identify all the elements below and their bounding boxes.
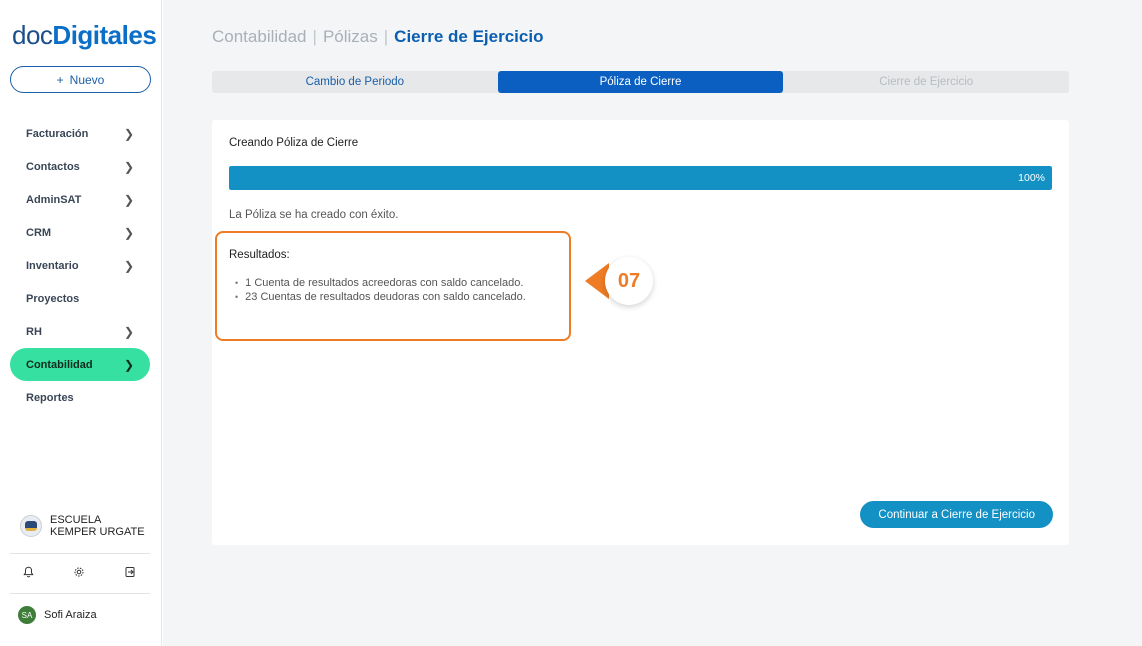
poliza-card: Creando Póliza de Cierre 100% La Póliza …	[212, 120, 1069, 545]
sidebar-item-label: CRM	[26, 226, 52, 239]
sidebar-item-label: Contactos	[26, 160, 80, 173]
sidebar-item-crm[interactable]: CRM ❯	[10, 216, 150, 249]
breadcrumb-separator: |	[312, 27, 317, 46]
gear-icon[interactable]	[71, 566, 87, 581]
results-list: 1 Cuenta de resultados acreedoras con sa…	[235, 276, 526, 304]
plus-icon: +	[56, 72, 64, 87]
avatar: SA	[18, 606, 36, 624]
results-box: Resultados: 1 Cuenta de resultados acree…	[215, 231, 571, 341]
sidebar-nav: Facturación ❯ Contactos ❯ AdminSAT ❯ CRM…	[10, 117, 150, 414]
user-menu[interactable]: SA Sofi Araiza	[18, 606, 97, 624]
step-cambio-de-periodo[interactable]: Cambio de Periodo	[212, 71, 498, 93]
step-cierre-de-ejercicio: Cierre de Ejercicio	[879, 76, 974, 88]
sidebar-item-label: RH	[26, 325, 42, 338]
logo-text-digitales: Digitales	[52, 20, 157, 50]
bell-icon[interactable]	[20, 566, 36, 581]
continue-button[interactable]: Continuar a Cierre de Ejercicio	[860, 501, 1053, 528]
sidebar-item-label: AdminSAT	[26, 193, 82, 206]
organization-logo-icon	[20, 515, 42, 537]
chevron-right-icon: ❯	[123, 258, 134, 273]
app-logo[interactable]: docDigitales	[12, 20, 157, 51]
sidebar-footer-icons	[20, 566, 138, 581]
sidebar-item-label: Inventario	[26, 259, 79, 272]
sidebar-item-label: Proyectos	[26, 292, 80, 305]
sidebar-item-label: Reportes	[26, 391, 74, 404]
organization-selector[interactable]: ESCUELA KEMPER URGATE	[20, 514, 150, 538]
organization-name: ESCUELA KEMPER URGATE	[50, 514, 145, 538]
sidebar-item-contabilidad[interactable]: Contabilidad ❯	[10, 348, 150, 381]
wizard-steps: Cambio de Periodo Póliza de Cierre Cierr…	[212, 71, 1069, 93]
chevron-right-icon: ❯	[123, 357, 134, 372]
logout-icon[interactable]	[122, 566, 138, 581]
sidebar-item-facturacion[interactable]: Facturación ❯	[10, 117, 150, 150]
success-message: La Póliza se ha creado con éxito.	[229, 209, 399, 221]
results-title: Resultados:	[229, 249, 290, 261]
sidebar-item-label: Facturación	[26, 127, 89, 140]
chevron-right-icon: ❯	[123, 192, 134, 207]
sidebar-item-rh[interactable]: RH ❯	[10, 315, 150, 348]
list-item: 1 Cuenta de resultados acreedoras con sa…	[235, 276, 526, 290]
user-name: Sofi Araiza	[44, 609, 97, 621]
divider	[10, 553, 150, 554]
sidebar-item-label: Contabilidad	[26, 358, 93, 371]
chevron-right-icon: ❯	[123, 126, 134, 141]
divider	[10, 593, 150, 594]
sidebar-item-inventario[interactable]: Inventario ❯	[10, 249, 150, 282]
progress-bar-fill	[229, 166, 1052, 190]
breadcrumb: Contabilidad | Pólizas | Cierre de Ejercicio	[212, 27, 543, 47]
sidebar: docDigitales + Nuevo Facturación ❯ Conta…	[0, 0, 162, 646]
breadcrumb-separator: |	[383, 27, 389, 46]
sidebar-item-adminsat[interactable]: AdminSAT ❯	[10, 183, 150, 216]
chevron-right-icon: ❯	[123, 159, 134, 174]
new-button-label: Nuevo	[69, 72, 105, 87]
page-title: Cierre de Ejercicio	[394, 27, 544, 46]
card-title: Creando Póliza de Cierre	[229, 137, 359, 149]
list-item: 23 Cuentas de resultados deudoras con sa…	[235, 290, 526, 304]
progress-bar: 100%	[229, 166, 1052, 190]
chevron-right-icon: ❯	[123, 225, 134, 240]
progress-percent: 100%	[1018, 172, 1045, 184]
breadcrumb-item-polizas[interactable]: Pólizas	[323, 27, 378, 46]
sidebar-item-proyectos[interactable]: Proyectos	[10, 282, 150, 315]
main-content: Contabilidad | Pólizas | Cierre de Ejercicio…	[163, 0, 1142, 646]
step-annotation-marker: 07	[585, 257, 657, 305]
new-button[interactable]: + Nuevo	[10, 66, 151, 93]
step-poliza-de-cierre[interactable]: Póliza de Cierre	[497, 71, 784, 93]
chevron-right-icon: ❯	[123, 324, 134, 339]
logo-text-doc: doc	[12, 20, 53, 50]
annotation-number: 07	[605, 257, 653, 305]
sidebar-item-contactos[interactable]: Contactos ❯	[10, 150, 150, 183]
breadcrumb-item-contabilidad[interactable]: Contabilidad	[212, 27, 307, 46]
sidebar-item-reportes[interactable]: Reportes	[10, 381, 150, 414]
